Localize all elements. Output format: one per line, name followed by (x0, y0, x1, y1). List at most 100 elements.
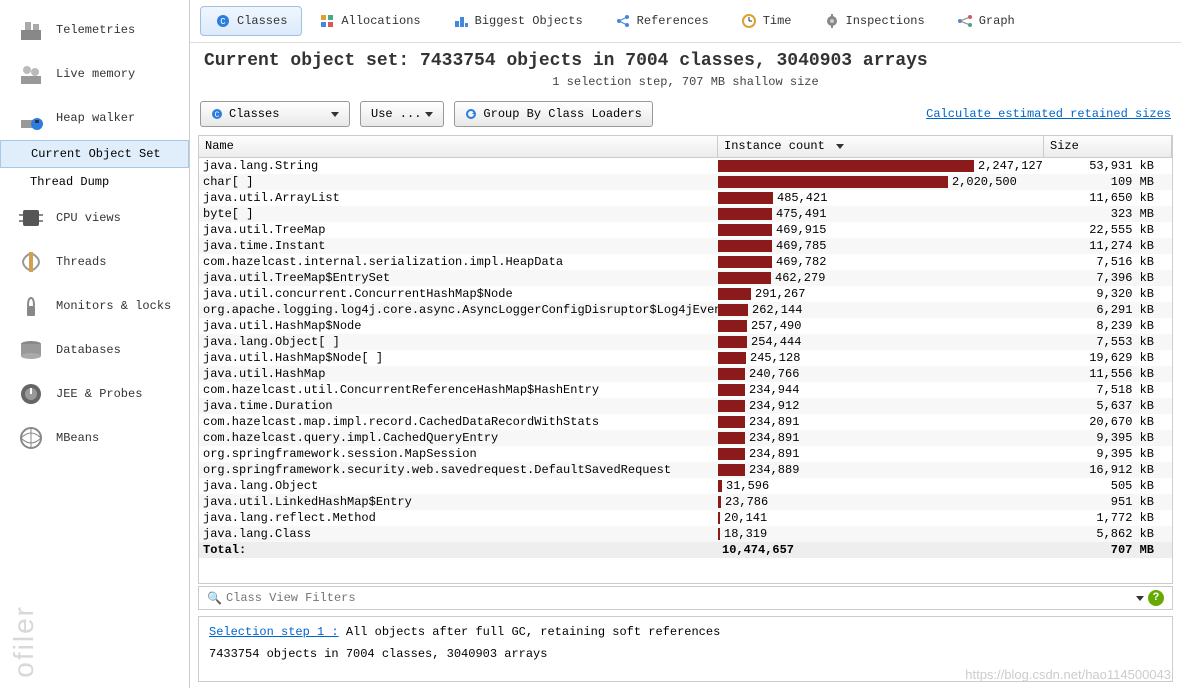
cell-size: 9,395 kB (1044, 447, 1172, 461)
table-row[interactable]: java.util.LinkedHashMap$Entry23,786951 k… (199, 494, 1172, 510)
table-row[interactable]: java.lang.String2,247,12753,931 kB (199, 158, 1172, 174)
total-count: 10,474,657 (718, 543, 1044, 557)
count-label: 469,785 (776, 239, 826, 253)
table-row[interactable]: org.springframework.security.web.savedre… (199, 462, 1172, 478)
table-row[interactable]: org.apache.logging.log4j.core.async.Asyn… (199, 302, 1172, 318)
cell-size: 22,555 kB (1044, 223, 1172, 237)
sidebar-icon (16, 291, 46, 321)
classes-icon: C (215, 13, 231, 29)
count-bar (718, 512, 720, 524)
count-bar (718, 320, 747, 332)
table-row[interactable]: java.util.HashMap$Node257,4908,239 kB (199, 318, 1172, 334)
sidebar-item-mbeans[interactable]: MBeans (0, 416, 189, 460)
sidebar-item-label: Live memory (56, 67, 135, 81)
tab-references[interactable]: References (600, 6, 724, 36)
count-label: 240,766 (749, 367, 799, 381)
table-row[interactable]: java.lang.reflect.Method20,1411,772 kB (199, 510, 1172, 526)
tab-allocations[interactable]: Allocations (304, 6, 435, 36)
use-button-label: Use ... (371, 107, 421, 121)
count-bar (718, 192, 773, 204)
tab-label: References (637, 14, 709, 28)
cell-size: 7,553 kB (1044, 335, 1172, 349)
table-row[interactable]: com.hazelcast.query.impl.CachedQueryEntr… (199, 430, 1172, 446)
cell-name: char[ ] (199, 175, 718, 189)
table-row[interactable]: java.util.TreeMap469,91522,555 kB (199, 222, 1172, 238)
sidebar-item-cpu-views[interactable]: CPU views (0, 196, 189, 240)
page-subtitle: 1 selection step, 707 MB shallow size (204, 75, 1167, 89)
cell-size: 20,670 kB (1044, 415, 1172, 429)
table-row[interactable]: java.util.concurrent.ConcurrentHashMap$N… (199, 286, 1172, 302)
count-label: 234,891 (749, 415, 799, 429)
sidebar-item-heap-walker[interactable]: Heap walker (0, 96, 189, 140)
tab-biggest-objects[interactable]: Biggest Objects (438, 6, 598, 36)
sidebar-item-telemetries[interactable]: Telemetries (0, 8, 189, 52)
tab-graph[interactable]: Graph (942, 6, 1030, 36)
sort-desc-icon (836, 144, 844, 149)
sidebar-subitem-current-object-set[interactable]: Current Object Set (0, 140, 189, 168)
selection-summary: 7433754 objects in 7004 classes, 3040903… (209, 647, 1162, 661)
tab-time[interactable]: Time (726, 6, 807, 36)
table-row[interactable]: java.util.HashMap$Node[ ]245,12819,629 k… (199, 350, 1172, 366)
help-icon[interactable]: ? (1148, 590, 1164, 606)
sidebar-item-databases[interactable]: Databases (0, 328, 189, 372)
tab-inspections[interactable]: Inspections (809, 6, 940, 36)
column-instance-count[interactable]: Instance count (718, 136, 1044, 157)
sidebar-item-label: Threads (56, 255, 106, 269)
table-row[interactable]: java.lang.Class18,3195,862 kB (199, 526, 1172, 542)
table-row[interactable]: com.hazelcast.internal.serialization.imp… (199, 254, 1172, 270)
use-button[interactable]: Use ... (360, 101, 444, 127)
cell-size: 16,912 kB (1044, 463, 1172, 477)
total-label: Total: (199, 543, 718, 557)
table-row[interactable]: com.hazelcast.util.ConcurrentReferenceHa… (199, 382, 1172, 398)
table-body[interactable]: java.lang.String2,247,12753,931 kBchar[ … (199, 158, 1172, 583)
sidebar-item-threads[interactable]: Threads (0, 240, 189, 284)
sidebar-item-label: Heap walker (56, 111, 135, 125)
cell-size: 5,862 kB (1044, 527, 1172, 541)
graph-icon (957, 13, 973, 29)
tab-classes[interactable]: CClasses (200, 6, 302, 36)
table-row[interactable]: char[ ]2,020,500109 MB (199, 174, 1172, 190)
table-row[interactable]: java.time.Instant469,78511,274 kB (199, 238, 1172, 254)
table-row[interactable]: java.lang.Object[ ]254,4447,553 kB (199, 334, 1172, 350)
biggest-icon (453, 13, 469, 29)
filter-dropdown-icon[interactable] (1136, 596, 1144, 601)
count-bar (718, 528, 720, 540)
cell-size: 5,637 kB (1044, 399, 1172, 413)
class-view-filter-input[interactable] (226, 591, 1132, 605)
sidebar-item-label: Monitors & locks (56, 299, 171, 313)
cell-name: com.hazelcast.internal.serialization.imp… (199, 255, 718, 269)
count-bar (718, 432, 745, 444)
sidebar-item-monitors-locks[interactable]: Monitors & locks (0, 284, 189, 328)
table-row[interactable]: java.util.HashMap240,76611,556 kB (199, 366, 1172, 382)
column-name[interactable]: Name (199, 136, 718, 157)
calculate-retained-sizes-link[interactable]: Calculate estimated retained sizes (926, 107, 1171, 121)
count-label: 475,491 (776, 207, 826, 221)
table-row[interactable]: java.lang.Object31,596505 kB (199, 478, 1172, 494)
table-header: Name Instance count Size (199, 136, 1172, 158)
table-row[interactable]: byte[ ]475,491323 MB (199, 206, 1172, 222)
sidebar-icon (16, 103, 46, 133)
sidebar-subitem-thread-dump[interactable]: Thread Dump (0, 168, 189, 196)
count-bar (718, 400, 745, 412)
sidebar-item-label: CPU views (56, 211, 121, 225)
sidebar-item-live-memory[interactable]: Live memory (0, 52, 189, 96)
table-row[interactable]: com.hazelcast.map.impl.record.CachedData… (199, 414, 1172, 430)
classes-combo[interactable]: C Classes (200, 101, 350, 127)
table-row[interactable]: org.springframework.session.MapSession23… (199, 446, 1172, 462)
sidebar-item-jee-probes[interactable]: JEE & Probes (0, 372, 189, 416)
count-bar (718, 256, 772, 268)
selection-step-link[interactable]: Selection step 1 : (209, 625, 339, 639)
cell-name: byte[ ] (199, 207, 718, 221)
table-row[interactable]: java.util.TreeMap$EntrySet462,2797,396 k… (199, 270, 1172, 286)
count-bar (718, 288, 751, 300)
toolbar: C Classes Use ... Group By Class Loaders… (190, 97, 1181, 131)
sidebar-icon (16, 15, 46, 45)
table-row[interactable]: java.util.ArrayList485,42111,650 kB (199, 190, 1172, 206)
table-row[interactable]: java.time.Duration234,9125,637 kB (199, 398, 1172, 414)
sidebar-item-label: JEE & Probes (56, 387, 142, 401)
count-label: 291,267 (755, 287, 805, 301)
group-by-classloaders-button[interactable]: Group By Class Loaders (454, 101, 652, 127)
count-label: 469,915 (776, 223, 826, 237)
count-bar (718, 272, 771, 284)
column-size[interactable]: Size (1044, 136, 1172, 157)
